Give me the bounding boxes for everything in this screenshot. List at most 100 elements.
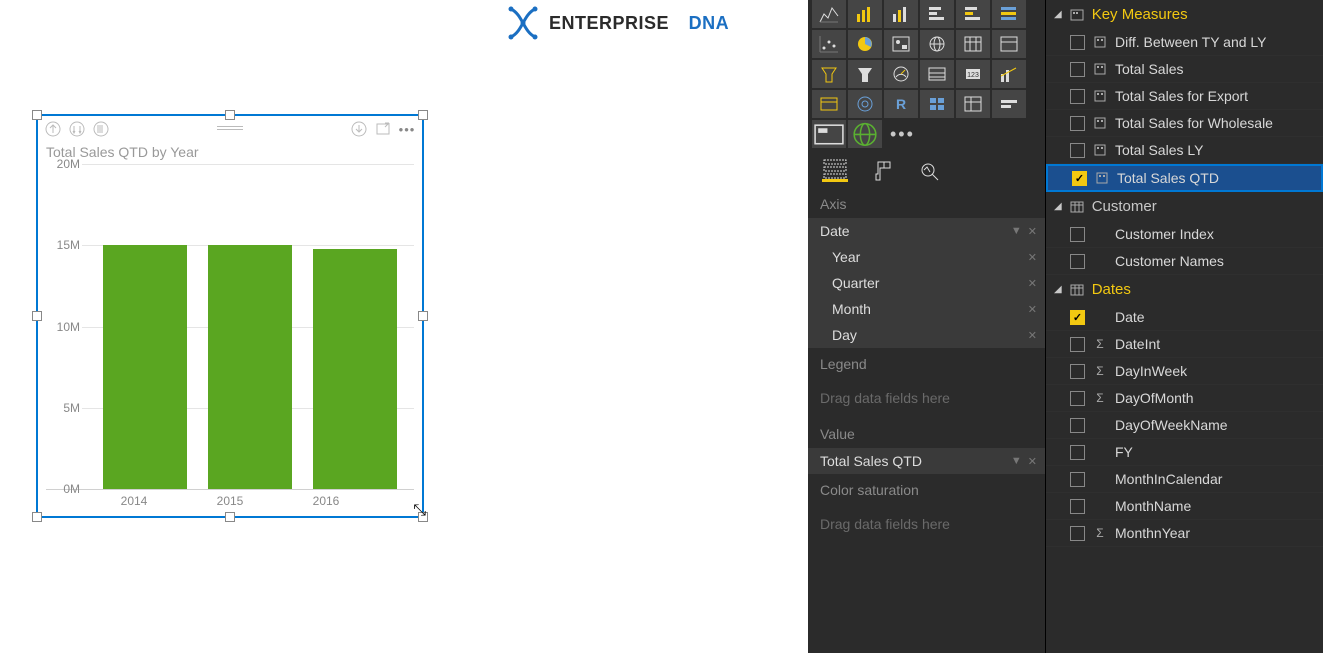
remove-icon[interactable]: ✕ (1028, 251, 1037, 264)
field-checkbox[interactable] (1070, 499, 1085, 514)
field-row[interactable]: Total Sales for Export (1046, 83, 1323, 110)
viz-type-icon[interactable] (992, 30, 1026, 58)
resize-handle[interactable] (32, 311, 42, 321)
bar[interactable] (208, 245, 292, 489)
field-row[interactable]: Total Sales (1046, 56, 1323, 83)
field-checkbox[interactable] (1070, 62, 1085, 77)
viz-type-icon[interactable] (920, 0, 954, 28)
drill-down-icon[interactable] (68, 120, 86, 138)
value-well[interactable]: Total Sales QTD▼✕ (808, 448, 1045, 474)
table-header[interactable]: ◢Dates (1046, 275, 1323, 304)
resize-handle[interactable] (32, 110, 42, 120)
viz-type-icon[interactable]: 123 (956, 60, 990, 88)
resize-handle[interactable] (225, 512, 235, 522)
field-row[interactable]: Total Sales QTD (1046, 164, 1323, 192)
viz-type-icon[interactable] (812, 0, 846, 28)
format-tab-icon[interactable] (870, 160, 896, 182)
viz-type-icon[interactable] (956, 0, 990, 28)
remove-icon[interactable]: ✕ (1028, 329, 1037, 342)
field-checkbox[interactable] (1070, 526, 1085, 541)
field-checkbox[interactable] (1070, 364, 1085, 379)
bar[interactable] (103, 245, 187, 489)
field-row[interactable]: MonthInCalendar (1046, 466, 1323, 493)
analytics-tab-icon[interactable] (918, 160, 944, 182)
viz-type-icon[interactable] (884, 30, 918, 58)
viz-type-icon[interactable] (920, 60, 954, 88)
axis-well[interactable]: Date▼✕ Year✕ Quarter✕ Month✕ Day✕ (808, 218, 1045, 348)
resize-handle[interactable] (225, 110, 235, 120)
remove-icon[interactable]: ✕ (1028, 277, 1037, 290)
resize-handle[interactable] (32, 512, 42, 522)
remove-icon[interactable]: ✕ (1028, 225, 1037, 238)
field-row[interactable]: Customer Index (1046, 221, 1323, 248)
chart-visual[interactable]: ••• Total Sales QTD by Year 20M 15M 10M … (36, 114, 424, 518)
focus-mode-icon[interactable] (374, 120, 392, 138)
table-header[interactable]: ◢Customer (1046, 192, 1323, 221)
field-checkbox[interactable] (1070, 89, 1085, 104)
field-row[interactable]: FY (1046, 439, 1323, 466)
field-row[interactable]: DayOfWeekName (1046, 412, 1323, 439)
drag-grip-icon[interactable] (217, 126, 243, 132)
remove-icon[interactable]: ✕ (1028, 455, 1037, 468)
field-row[interactable]: MonthName (1046, 493, 1323, 520)
field-row[interactable]: ΣDayOfMonth (1046, 385, 1323, 412)
field-row[interactable]: Diff. Between TY and LY (1046, 29, 1323, 56)
fields-panel: ◢Key MeasuresDiff. Between TY and LYTota… (1046, 0, 1323, 653)
expand-next-icon[interactable] (92, 120, 110, 138)
chevron-down-icon[interactable]: ▼ (1011, 455, 1022, 467)
field-checkbox[interactable] (1070, 143, 1085, 158)
viz-type-icon[interactable] (884, 0, 918, 28)
viz-type-icon[interactable] (848, 0, 882, 28)
bar[interactable] (313, 249, 397, 490)
table-header[interactable]: ◢Key Measures (1046, 0, 1323, 29)
remove-icon[interactable]: ✕ (1028, 303, 1037, 316)
fields-tab-icon[interactable] (822, 160, 848, 182)
field-row[interactable]: ΣMonthnYear (1046, 520, 1323, 547)
field-name: Total Sales for Export (1115, 88, 1248, 104)
field-checkbox[interactable] (1070, 310, 1085, 325)
chevron-down-icon[interactable]: ▼ (1011, 225, 1022, 237)
drill-up-icon[interactable] (44, 120, 62, 138)
viz-type-icon[interactable] (848, 60, 882, 88)
field-row[interactable]: Date (1046, 304, 1323, 331)
field-row[interactable]: ΣDateInt (1046, 331, 1323, 358)
field-checkbox[interactable] (1070, 116, 1085, 131)
color-placeholder[interactable]: Drag data fields here (808, 504, 1045, 544)
viz-type-icon[interactable] (812, 30, 846, 58)
viz-type-globe-icon[interactable] (848, 120, 882, 148)
viz-type-icon[interactable] (920, 30, 954, 58)
field-checkbox[interactable] (1070, 254, 1085, 269)
viz-type-icon[interactable] (920, 90, 954, 118)
viz-more-icon[interactable]: ••• (884, 124, 921, 145)
field-checkbox[interactable] (1070, 472, 1085, 487)
field-row[interactable]: Customer Names (1046, 248, 1323, 275)
field-row[interactable]: Total Sales LY (1046, 137, 1323, 164)
viz-type-icon[interactable] (884, 60, 918, 88)
export-icon[interactable] (350, 120, 368, 138)
field-checkbox[interactable] (1070, 391, 1085, 406)
viz-type-icon[interactable] (848, 90, 882, 118)
field-checkbox[interactable] (1070, 227, 1085, 242)
viz-type-icon[interactable] (848, 30, 882, 58)
field-checkbox[interactable] (1070, 337, 1085, 352)
viz-type-icon[interactable] (812, 120, 846, 148)
viz-type-icon[interactable] (992, 60, 1026, 88)
viz-type-icon[interactable] (992, 0, 1026, 28)
viz-type-icon[interactable] (956, 30, 990, 58)
viz-type-icon[interactable] (812, 60, 846, 88)
viz-type-icon[interactable] (956, 90, 990, 118)
viz-type-icon[interactable]: R (884, 90, 918, 118)
field-checkbox[interactable] (1070, 35, 1085, 50)
field-row[interactable]: ΣDayInWeek (1046, 358, 1323, 385)
resize-handle[interactable] (418, 311, 428, 321)
field-checkbox[interactable] (1070, 445, 1085, 460)
y-tick: 10M (46, 320, 80, 334)
legend-placeholder[interactable]: Drag data fields here (808, 378, 1045, 418)
field-checkbox[interactable] (1070, 418, 1085, 433)
viz-type-icon[interactable] (992, 90, 1026, 118)
field-checkbox[interactable] (1072, 171, 1087, 186)
resize-handle[interactable] (418, 110, 428, 120)
field-row[interactable]: Total Sales for Wholesale (1046, 110, 1323, 137)
viz-type-icon[interactable] (812, 90, 846, 118)
more-options-icon[interactable]: ••• (398, 120, 416, 138)
